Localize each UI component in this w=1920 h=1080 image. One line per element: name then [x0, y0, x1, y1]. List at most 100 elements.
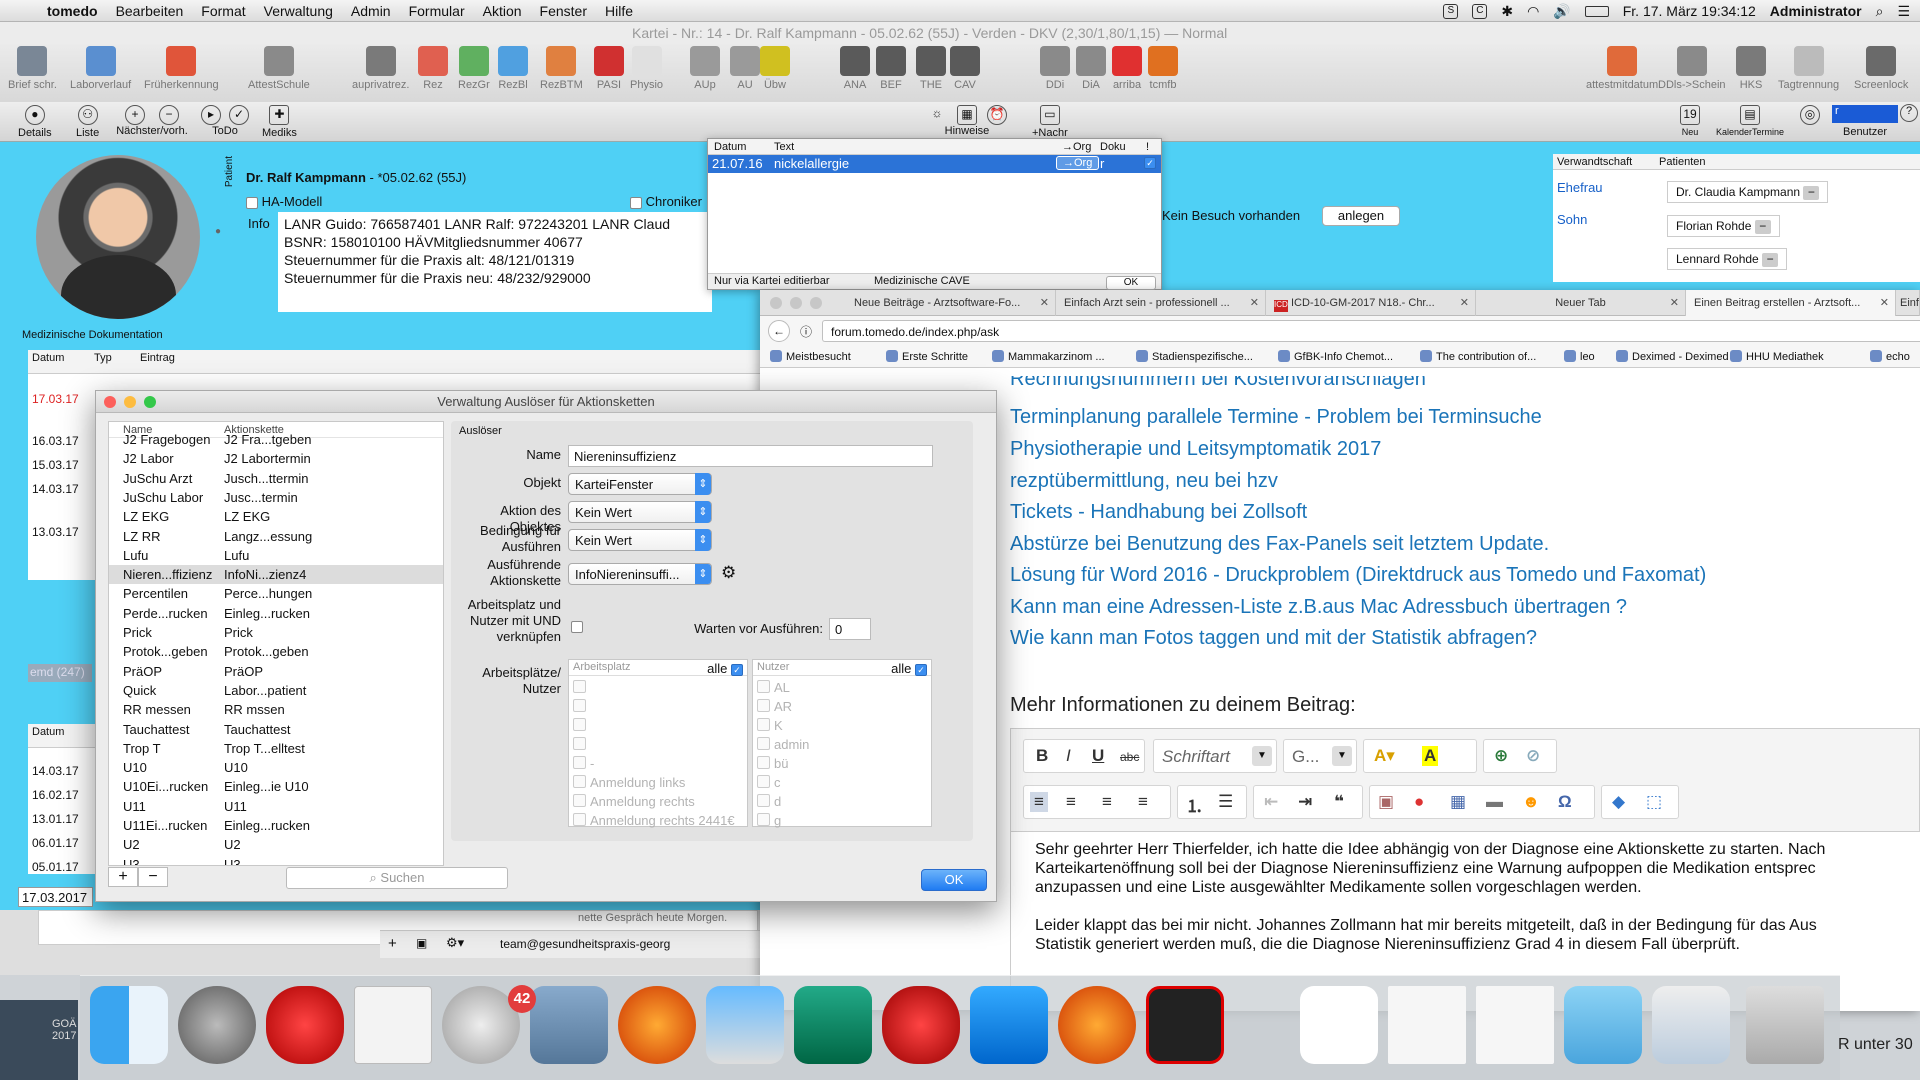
aktion-select[interactable]: Kein Wert: [568, 501, 712, 523]
help-icon[interactable]: ?: [1900, 104, 1918, 122]
arbeitsplaetze-option[interactable]: Anmeldung rechts 2441€: [573, 813, 735, 828]
forum-link[interactable]: Physiotherapie und Leitsymptomatik 2017: [1010, 438, 1381, 461]
quote-icon[interactable]: ❝: [1334, 792, 1344, 812]
browser-tab[interactable]: Neuer Tab ✕: [1476, 290, 1686, 316]
bookmark[interactable]: Mammakarzinom ...: [992, 350, 1105, 363]
url-bar[interactable]: forum.tomedo.de/index.php/ask: [822, 320, 1920, 342]
cave-col-doku[interactable]: Doku: [1100, 141, 1126, 153]
cave-col-flag[interactable]: !: [1146, 141, 1149, 153]
link-icon[interactable]: ⊕: [1494, 746, 1508, 766]
trigger-row[interactable]: Percentilen Perce...hungen: [109, 584, 443, 603]
hinweise-button[interactable]: ☼ ▦ ⏰ Hinweise: [912, 105, 1022, 137]
forum-link[interactable]: Wie kann man Fotos taggen und mit der St…: [1010, 627, 1537, 650]
doc-date[interactable]: 17.03.17: [32, 392, 79, 406]
toolbar-button-arriba[interactable]: arriba: [1112, 46, 1142, 91]
gesundheitspraxis-document-icon[interactable]: [1300, 986, 1378, 1064]
menu-hilfe[interactable]: Hilfe: [596, 3, 642, 19]
patient-info-box[interactable]: LANR Guido: 766587401 LANR Ralf: 9722432…: [278, 212, 712, 312]
smiley-icon[interactable]: ☻: [1522, 792, 1540, 812]
bookmark[interactable]: Deximed - Deximed: [1616, 350, 1729, 363]
next-prev-button[interactable]: + − Nächster/vorh.: [112, 105, 192, 137]
benutzer-selector[interactable]: r Benutzer: [1832, 105, 1898, 138]
menu-format[interactable]: Format: [192, 3, 254, 19]
toolbar-button-aup[interactable]: AUp: [690, 46, 720, 91]
add-icon[interactable]: +: [388, 935, 397, 952]
lower-date[interactable]: 14.03.17: [32, 764, 79, 778]
unlink-icon[interactable]: ⊘: [1526, 746, 1540, 766]
details-button[interactable]: ● Details: [18, 105, 52, 139]
trigger-row[interactable]: LZ RR Langz...essung: [109, 527, 443, 546]
ordered-list-icon[interactable]: ⒈: [1186, 792, 1203, 817]
minimize-window-button[interactable]: [790, 297, 802, 309]
forum-link[interactable]: Terminplanung parallele Termine - Proble…: [1010, 406, 1542, 429]
lower-date[interactable]: 13.01.17: [32, 812, 79, 826]
cave-col-text[interactable]: Text: [774, 141, 794, 153]
arbeitsplaetze-option[interactable]: [573, 699, 590, 714]
goae-desktop-item[interactable]: GOÄ 2017: [0, 1000, 78, 1080]
new-appointment-button[interactable]: 19 Neu: [1680, 105, 1700, 137]
acrobat-icon[interactable]: [1146, 986, 1224, 1064]
kette-select[interactable]: InfoNiereninsuffi...: [568, 563, 712, 585]
teamviewer-icon[interactable]: [970, 986, 1048, 1064]
toolbar-button-rez[interactable]: Rez: [418, 46, 448, 91]
trigger-row[interactable]: JuSchu Arzt Jusch...ttermin: [109, 469, 443, 488]
arbeitsplaetze-option[interactable]: Anmeldung rechts: [573, 794, 695, 809]
forum-link[interactable]: Tickets - Handhabung bei Zollsoft: [1010, 501, 1307, 524]
firefox-icon[interactable]: [618, 986, 696, 1064]
todo-button[interactable]: ▸ ✓ ToDo: [200, 105, 250, 137]
toolbar-button-au[interactable]: AU: [730, 46, 760, 91]
date-field[interactable]: 17.03.2017: [18, 887, 93, 907]
toolbar-button-ddls-schein[interactable]: DDls->Schein: [1658, 46, 1726, 91]
to-org-button[interactable]: →Org: [1056, 156, 1100, 170]
toolbar-button-fr-herkennung[interactable]: Früherkennung: [144, 46, 219, 91]
bookmark[interactable]: echo: [1870, 350, 1910, 363]
cave-col-datum[interactable]: Datum: [714, 141, 746, 153]
toolbar-button-rezbl[interactable]: RezBl: [498, 46, 528, 91]
align-center-icon[interactable]: ≡: [1066, 792, 1076, 812]
alle-nutzer-checkbox[interactable]: alle ✓: [891, 661, 927, 676]
bookmark[interactable]: Erste Schritte: [886, 350, 968, 363]
toolbar-button-dia[interactable]: DiA: [1076, 46, 1106, 91]
eraser-icon[interactable]: ◆: [1612, 792, 1625, 812]
tomedo-icon[interactable]: [266, 986, 344, 1064]
arbeitsplaetze-option[interactable]: -: [573, 756, 594, 771]
screenshot-stack-icon[interactable]: [1652, 986, 1730, 1064]
doc-col-typ[interactable]: Typ: [94, 352, 112, 364]
name-input[interactable]: Niereninsuffizienz: [568, 445, 933, 467]
underline-button[interactable]: U: [1092, 746, 1104, 766]
minimize-button[interactable]: [124, 396, 136, 408]
trigger-row[interactable]: U2 U2: [109, 835, 443, 854]
toolbar-button-physio[interactable]: Physio: [630, 46, 663, 91]
arbeitsplaetze-option[interactable]: [573, 718, 590, 733]
nutzer-option[interactable]: bü: [757, 756, 788, 771]
close-button[interactable]: [104, 396, 116, 408]
bookmark[interactable]: GfBK-Info Chemot...: [1278, 350, 1393, 363]
doc-date[interactable]: 15.03.17: [32, 458, 79, 472]
browser-tab-active[interactable]: Einen Beitrag erstellen - Arztsoft... ✕: [1686, 290, 1896, 316]
toolbar-button-laborverlauf[interactable]: Laborverlauf: [70, 46, 131, 91]
doc-date[interactable]: 16.03.17: [32, 434, 79, 448]
trigger-row[interactable]: Quick Labor...patient: [109, 681, 443, 700]
spotlight-icon[interactable]: ⌕: [1876, 3, 1884, 20]
document-icon[interactable]: [1388, 986, 1466, 1064]
add-trigger-button[interactable]: +: [108, 867, 138, 887]
nutzer-option[interactable]: admin: [757, 737, 809, 752]
user-menu[interactable]: Administrator: [1770, 3, 1862, 19]
mediks-button[interactable]: ✚ Mediks: [262, 105, 297, 139]
search-input[interactable]: ⌕ Suchen: [286, 867, 508, 889]
menu-admin[interactable]: Admin: [342, 3, 400, 19]
carbon-copy-icon[interactable]: C: [1472, 3, 1488, 19]
bluetooth-icon[interactable]: ✱: [1501, 3, 1513, 20]
related-patient[interactable]: Lennard Rohde −: [1667, 248, 1788, 270]
close-window-button[interactable]: [770, 297, 782, 309]
lower-col-datum[interactable]: Datum: [32, 726, 64, 738]
info-icon[interactable]: ⓘ: [800, 323, 812, 340]
size-select[interactable]: G... ▼: [1283, 739, 1357, 773]
lower-date[interactable]: 05.01.17: [32, 860, 79, 874]
calendar-termine-button[interactable]: ▤ KalenderTermine: [1710, 105, 1790, 137]
remove-trigger-button[interactable]: −: [138, 867, 168, 887]
toolbar-button-the[interactable]: THE: [916, 46, 946, 91]
zoom-button[interactable]: [144, 396, 156, 408]
trigger-row[interactable]: U10Ei...rucken Einleg...ie U10: [109, 777, 443, 796]
trigger-row[interactable]: PräOP PräOP: [109, 662, 443, 681]
